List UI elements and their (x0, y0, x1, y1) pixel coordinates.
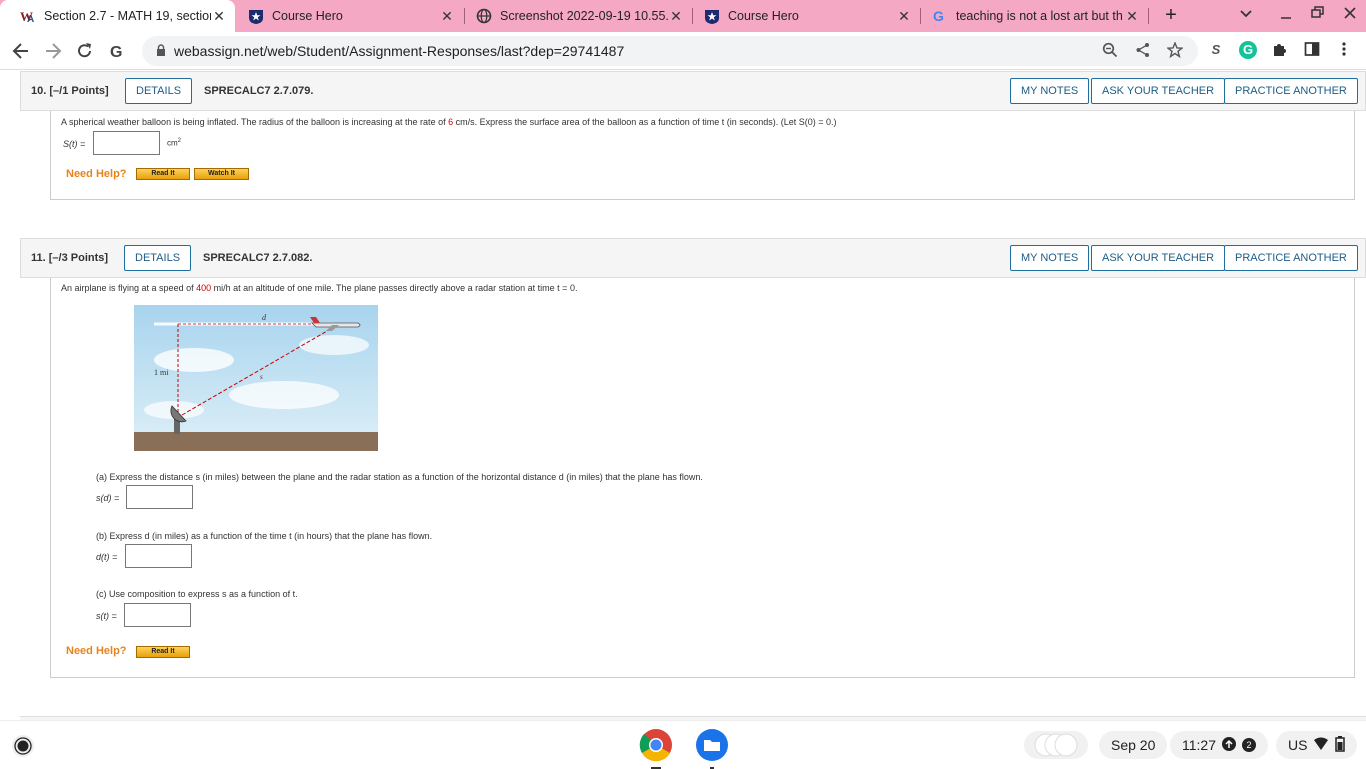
close-window-icon[interactable] (1344, 6, 1356, 23)
tab-title: Section 2.7 - MATH 19, section (44, 9, 211, 23)
tab-strip: WA Section 2.7 - MATH 19, section ✕ Cour… (0, 0, 1366, 32)
wifi-icon (1313, 737, 1329, 754)
reload-icon[interactable] (74, 40, 96, 62)
surface-area-input[interactable] (93, 131, 160, 155)
part-b-text: (b) Express d (in miles) as a function o… (96, 531, 433, 541)
tab-webassign[interactable]: WA Section 2.7 - MATH 19, section ✕ (0, 0, 235, 32)
close-tab-icon[interactable]: ✕ (439, 8, 455, 25)
my-notes-button[interactable]: MY NOTES (1010, 245, 1090, 271)
part-a-label: s(d) = (96, 493, 120, 503)
svg-text:A: A (27, 14, 34, 24)
lock-icon (156, 44, 166, 62)
question-11-header: 11. [–/3 Points] DETAILS SPRECALC7 2.7.0… (20, 238, 1366, 278)
globe-icon (476, 8, 492, 24)
read-it-button[interactable]: Read It (136, 168, 190, 180)
close-tab-icon[interactable]: ✕ (668, 8, 684, 25)
question-code: SPRECALC7 2.7.082. (203, 252, 313, 264)
tab-title: Course Hero (728, 9, 799, 23)
google-icon: G (932, 8, 948, 24)
figure-s-label: s (260, 373, 263, 381)
bookmark-star-icon[interactable] (1166, 41, 1184, 62)
clock-text: 11:27 (1182, 737, 1216, 753)
practice-another-button[interactable]: PRACTICE ANOTHER (1224, 78, 1358, 104)
close-tab-icon[interactable]: ✕ (896, 8, 912, 25)
extension-s-icon[interactable]: S (1207, 41, 1225, 59)
figure-altitude-label: 1 mi (154, 368, 169, 377)
question-10-header: 10. [–/1 Points] DETAILS SPRECALC7 2.7.0… (20, 71, 1366, 111)
close-tab-icon[interactable]: ✕ (211, 8, 227, 25)
extensions-puzzle-icon[interactable] (1271, 41, 1289, 59)
need-help-label: Need Help? (66, 168, 127, 180)
question-number: 11. [–/3 Points] (31, 252, 109, 264)
coursehero-icon (704, 8, 720, 24)
tab-title: teaching is not a lost art but th (956, 9, 1123, 23)
question-number: 10. [–/1 Points] (31, 85, 109, 97)
question-10-body: A spherical weather balloon is being inf… (50, 111, 1355, 200)
question-text: An airplane is flying at a speed of 400 … (61, 283, 578, 293)
side-panel-icon[interactable] (1303, 41, 1321, 59)
address-bar[interactable]: webassign.net/web/Student/Assignment-Res… (142, 36, 1198, 66)
os-shelf: Sep 20 11:27 2 US (0, 720, 1366, 769)
part-a-input[interactable] (126, 485, 193, 509)
question-11-body: An airplane is flying at a speed of 400 … (50, 278, 1355, 678)
need-help-label: Need Help? (66, 645, 127, 657)
tab-search-icon[interactable] (1240, 7, 1252, 21)
date-tray[interactable]: Sep 20 (1099, 731, 1168, 759)
holding-space-icon[interactable] (1024, 731, 1088, 759)
practice-another-button[interactable]: PRACTICE ANOTHER (1224, 245, 1358, 271)
answer-label: S(t) = (63, 139, 86, 149)
svg-text:G: G (110, 44, 122, 61)
date-text: Sep 20 (1111, 737, 1156, 753)
tab-google[interactable]: G teaching is not a lost art but th ✕ (912, 0, 1148, 32)
coursehero-icon (248, 8, 264, 24)
url-text: webassign.net/web/Student/Assignment-Res… (174, 43, 625, 59)
grammarly-icon[interactable]: G (1239, 41, 1257, 59)
tab-title: Course Hero (272, 9, 343, 23)
google-g-icon[interactable]: G (106, 40, 128, 62)
question-code: SPRECALC7 2.7.079. (204, 85, 314, 97)
page-content: 10. [–/1 Points] DETAILS SPRECALC7 2.7.0… (0, 71, 1366, 720)
webassign-icon: WA (20, 8, 36, 24)
my-notes-button[interactable]: MY NOTES (1010, 78, 1090, 104)
ask-teacher-button[interactable]: ASK YOUR TEACHER (1091, 78, 1226, 104)
svg-text:G: G (933, 8, 944, 24)
tab-coursehero-2[interactable]: Course Hero ✕ (684, 0, 920, 32)
battery-icon (1335, 735, 1346, 755)
system-tray[interactable]: US (1276, 731, 1358, 759)
forward-arrow-icon[interactable] (42, 40, 64, 62)
details-button[interactable]: DETAILS (125, 78, 193, 104)
tab-screenshot[interactable]: Screenshot 2022-09-19 10.55. ✕ (456, 0, 692, 32)
files-app-icon[interactable] (695, 728, 729, 769)
browser-toolbar: G webassign.net/web/Student/Assignment-R… (0, 32, 1366, 70)
question-text: A spherical weather balloon is being inf… (61, 117, 837, 127)
details-button[interactable]: DETAILS (124, 245, 192, 271)
part-b-label: d(t) = (96, 552, 118, 562)
ask-teacher-button[interactable]: ASK YOUR TEACHER (1091, 245, 1226, 271)
zoom-icon[interactable] (1102, 42, 1118, 62)
close-tab-icon[interactable]: ✕ (1124, 8, 1140, 25)
minimize-icon[interactable] (1280, 6, 1292, 23)
unit-label: cm2 (167, 138, 182, 148)
part-c-text: (c) Use composition to express s as a fu… (96, 589, 298, 599)
part-a-text: (a) Express the distance s (in miles) be… (96, 472, 703, 482)
tab-title: Screenshot 2022-09-19 10.55. (500, 9, 668, 23)
notification-count: 2 (1242, 738, 1256, 752)
read-it-button[interactable]: Read It (136, 646, 190, 658)
upload-icon (1222, 736, 1236, 754)
status-tray[interactable]: 11:27 2 (1170, 731, 1268, 759)
part-c-input[interactable] (124, 603, 191, 627)
part-c-label: s(t) = (96, 611, 117, 621)
back-arrow-icon[interactable] (10, 40, 32, 62)
airplane-radar-figure: d s 1 mi (134, 305, 378, 451)
locale-text: US (1288, 737, 1308, 753)
menu-kebab-icon[interactable] (1335, 41, 1353, 59)
share-icon[interactable] (1135, 42, 1151, 62)
restore-icon[interactable] (1311, 6, 1324, 23)
tab-coursehero-1[interactable]: Course Hero ✕ (228, 0, 463, 32)
new-tab-button[interactable]: + (1160, 4, 1182, 26)
part-b-input[interactable] (125, 544, 192, 568)
watch-it-button[interactable]: Watch It (194, 168, 249, 180)
launcher-icon[interactable] (12, 735, 34, 757)
chrome-app-icon[interactable] (639, 728, 673, 769)
